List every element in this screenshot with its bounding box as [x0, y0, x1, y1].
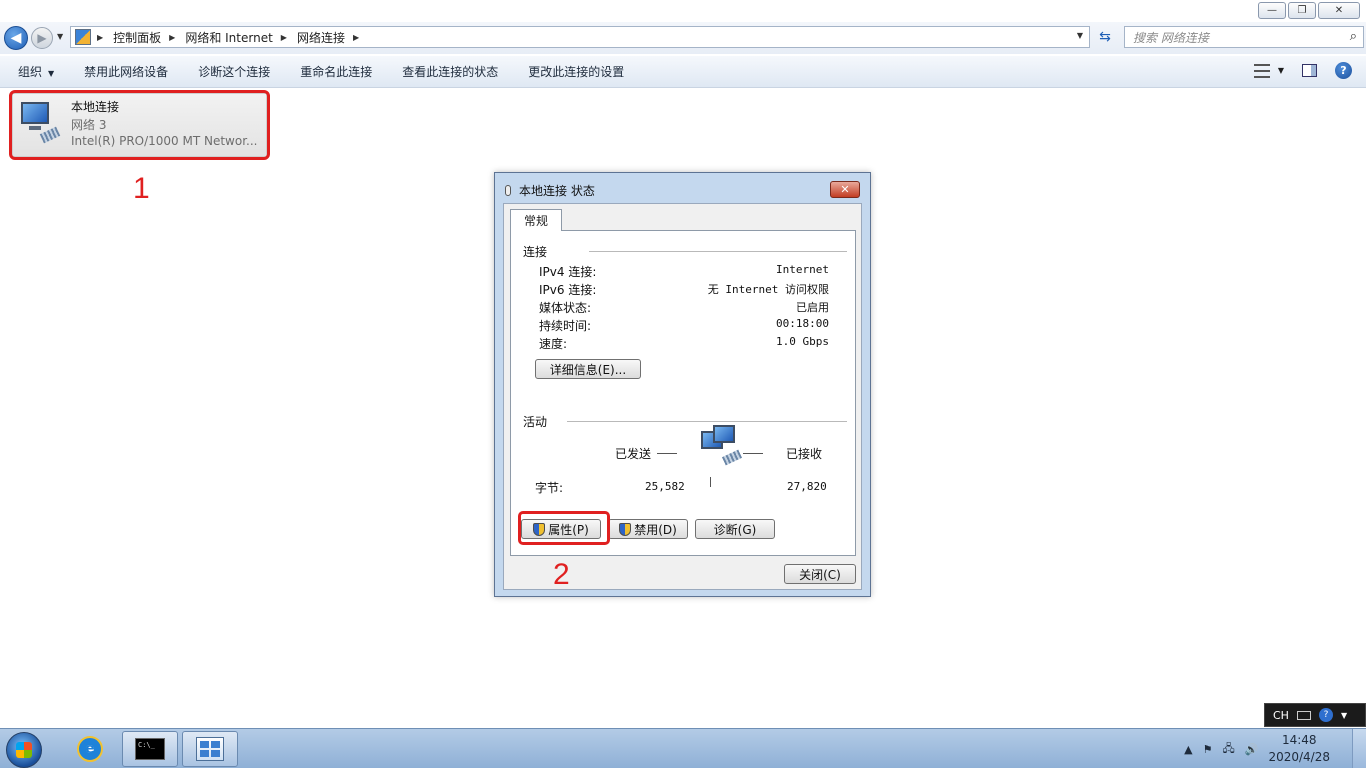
close-icon: ✕	[840, 183, 850, 196]
system-tray: ▲ ⚑ 🖧 🔊 14:48 2020/4/28	[1184, 729, 1366, 768]
network-activity-icon	[701, 423, 747, 473]
clock-date: 2020/4/28	[1268, 750, 1330, 764]
connection-group-label: 连接	[523, 245, 548, 259]
network-connections-icon	[196, 737, 224, 761]
diagnose-button[interactable]: 诊断(G)	[695, 519, 775, 539]
start-button[interactable]	[6, 732, 42, 768]
window-controls: — ❐ ✕	[1258, 2, 1360, 19]
internet-explorer-icon: e	[77, 736, 103, 762]
command-bar: 组织 ▼ 禁用此网络设备 诊断这个连接 重命名此连接 查看此连接的状态 更改此连接…	[0, 56, 1366, 88]
keyboard-icon[interactable]	[1296, 710, 1311, 720]
media-state-row: 媒体状态: 已启用	[539, 301, 829, 315]
activity-group-label: 活动	[523, 415, 548, 429]
ipv4-row: IPv4 连接: Internet	[539, 263, 829, 279]
close-button[interactable]: 关闭(C)	[784, 564, 856, 584]
ipv6-row: IPv6 连接: 无 Internet 访问权限	[539, 283, 829, 297]
flag-icon[interactable]: ⚑	[1203, 743, 1213, 756]
rename-connection-button[interactable]: 重命名此连接	[300, 63, 372, 80]
disable-button[interactable]: 禁用(D)	[608, 519, 688, 539]
address-bar[interactable]: ▶ 控制面板 ▶ 网络和 Internet ▶ 网络连接 ▶ ▼	[70, 26, 1090, 48]
taskbar-ie[interactable]: e	[62, 731, 118, 767]
disable-device-button[interactable]: 禁用此网络设备	[84, 63, 168, 80]
show-desktop-button[interactable]	[1352, 729, 1366, 768]
view-controls: ▼ ?	[1253, 62, 1352, 79]
network-icon[interactable]: 🖧	[1223, 740, 1235, 759]
view-options-icon	[1253, 63, 1270, 78]
search-placeholder: 搜索 网络连接	[1133, 30, 1209, 45]
view-status-button[interactable]: 查看此连接的状态	[402, 63, 498, 80]
duration-row: 持续时间: 00:18:00	[539, 317, 829, 333]
forward-button[interactable]: ▶	[31, 27, 53, 49]
maximize-button[interactable]: ❐	[1288, 2, 1316, 19]
breadcrumb-control-panel[interactable]: 控制面板 ▶	[113, 29, 175, 46]
volume-icon[interactable]: 🔊	[1245, 743, 1259, 756]
chevron-down-icon: ▼	[48, 69, 55, 78]
arrow-left-icon: ◀	[10, 30, 22, 46]
taskbar-network-connections[interactable]	[182, 731, 238, 767]
details-button[interactable]: 详细信息(E)...	[535, 359, 641, 379]
sent-label: 已发送	[615, 447, 652, 461]
network-status-icon	[505, 185, 511, 196]
breadcrumb-network-connections[interactable]: 网络连接 ▶	[297, 29, 359, 46]
change-view-button[interactable]: ▼	[1253, 63, 1284, 78]
annotation-box-2	[518, 511, 610, 545]
chevron-down-icon: ▼	[1277, 66, 1284, 75]
dialog-close-button[interactable]: ✕	[830, 181, 860, 198]
back-button[interactable]: ◀	[4, 26, 28, 50]
tab-general[interactable]: 常规	[510, 209, 562, 231]
address-dropdown[interactable]: ▼	[1077, 31, 1083, 40]
breadcrumb-network-internet[interactable]: 网络和 Internet ▶	[185, 29, 287, 46]
taskbar-cmd[interactable]: C:\_	[122, 731, 178, 767]
annotation-label-1: 1	[133, 172, 150, 205]
divider	[657, 453, 677, 454]
preview-pane-icon[interactable]	[1302, 64, 1317, 77]
divider	[710, 477, 711, 487]
language-indicator[interactable]: CH	[1273, 709, 1289, 722]
taskbar: e C:\_ ▲ ⚑ 🖧 🔊 14:48 2020/4/28	[0, 728, 1366, 768]
refresh-button[interactable]: ⇆	[1094, 26, 1116, 48]
chevron-down-icon[interactable]: ▼	[1341, 711, 1347, 720]
search-input[interactable]: 搜索 网络连接 ⌕	[1124, 26, 1364, 48]
bytes-received-value: 27,820	[787, 480, 827, 493]
help-icon[interactable]: ?	[1335, 62, 1352, 79]
received-label: 已接收	[786, 447, 823, 461]
control-panel-icon	[75, 29, 91, 45]
divider	[743, 453, 763, 454]
search-icon[interactable]: ⌕	[1350, 29, 1357, 44]
address-row: ◀ ▶ ▼ ▶ 控制面板 ▶ 网络和 Internet ▶ 网络连接 ▶ ▼ ⇆ 搜索…	[0, 22, 1366, 54]
speed-row: 速度: 1.0 Gbps	[539, 335, 829, 351]
annotation-box-1	[9, 90, 270, 160]
language-bar: CH ? ▼	[1264, 703, 1366, 727]
change-settings-button[interactable]: 更改此连接的设置	[528, 63, 624, 80]
command-prompt-icon: C:\_	[135, 738, 165, 760]
annotation-label-2: 2	[553, 558, 570, 591]
bytes-sent-value: 25,582	[645, 480, 685, 493]
diagnose-connection-button[interactable]: 诊断这个连接	[198, 63, 270, 80]
bytes-label: 字节:	[535, 481, 564, 495]
clock[interactable]: 14:48 2020/4/28	[1268, 732, 1330, 766]
shield-icon	[619, 522, 632, 536]
clock-time: 14:48	[1281, 733, 1317, 747]
arrow-right-icon: ▶	[37, 31, 47, 45]
dialog-title: 本地连接 状态	[505, 182, 595, 199]
windows-logo-icon	[16, 742, 32, 758]
breadcrumb-root-arrow[interactable]: ▶	[97, 33, 103, 42]
divider	[567, 421, 847, 422]
help-icon[interactable]: ?	[1318, 708, 1333, 722]
close-window-button[interactable]: ✕	[1318, 2, 1360, 19]
organize-menu[interactable]: 组织 ▼	[18, 63, 54, 80]
show-hidden-icons-icon[interactable]: ▲	[1184, 743, 1192, 756]
refresh-icon: ⇆	[1099, 29, 1111, 45]
divider	[589, 251, 847, 252]
minimize-button[interactable]: —	[1258, 2, 1286, 19]
general-tab-panel: 连接 IPv4 连接: Internet IPv6 连接: 无 Internet…	[510, 230, 856, 556]
recent-pages-dropdown[interactable]: ▼	[57, 32, 63, 41]
